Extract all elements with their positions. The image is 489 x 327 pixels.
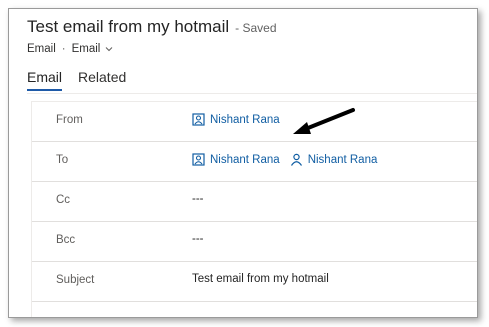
subject-value[interactable]: Test email from my hotmail [192,273,329,285]
save-status: - Saved [235,21,277,35]
form-selector-label: Email [71,43,101,55]
subject-label: Subject [56,274,95,286]
title-row: Test email from my hotmail - Saved [27,17,467,37]
to-value: Nishant Rana Nishant Rana [192,153,387,166]
field-row-to: To Nishant Rana Nishant Rana [32,142,477,182]
entity-name: Email [27,43,56,55]
field-row-subject: Subject Test email from my hotmail [32,262,477,302]
cc-label: Cc [56,194,71,206]
email-form-window: Test email from my hotmail - Saved Email… [8,8,478,318]
tab-divider [27,93,477,94]
field-row-cc: Cc --- [32,182,477,222]
bcc-value[interactable]: --- [192,233,204,245]
form-header: Test email from my hotmail - Saved Email… [27,17,467,55]
chevron-down-icon [106,47,113,52]
tab-related[interactable]: Related [78,69,126,89]
annotation-arrow-icon [293,108,355,134]
from-lookup-item[interactable]: Nishant Rana [192,113,280,126]
from-lookup-name: Nishant Rana [210,113,280,126]
to-lookup-name: Nishant Rana [210,153,280,166]
user-icon [290,153,302,166]
bcc-label: Bcc [56,234,76,246]
tab-list: Email Related [27,69,142,91]
to-lookup-item[interactable]: Nishant Rana [290,153,378,166]
to-lookup-item[interactable]: Nishant Rana [192,153,280,166]
contact-icon [192,113,205,126]
form-selector[interactable]: Email [72,43,114,55]
cc-value[interactable]: --- [192,193,204,205]
to-label: To [56,154,69,166]
field-row-bcc: Bcc --- [32,222,477,262]
field-row-from: From Nishant Rana [32,102,477,142]
form-subheader: Email · Email [27,43,467,55]
tab-email[interactable]: Email [27,69,63,91]
from-label: From [56,114,83,126]
record-title: Test email from my hotmail [27,17,230,36]
contact-icon [192,153,205,166]
email-fields-section: From Nishant Rana To Nishant Rana Nishan… [31,101,477,317]
from-value: Nishant Rana [192,113,290,126]
to-lookup-name: Nishant Rana [307,153,378,166]
separator-dot: · [61,43,66,55]
